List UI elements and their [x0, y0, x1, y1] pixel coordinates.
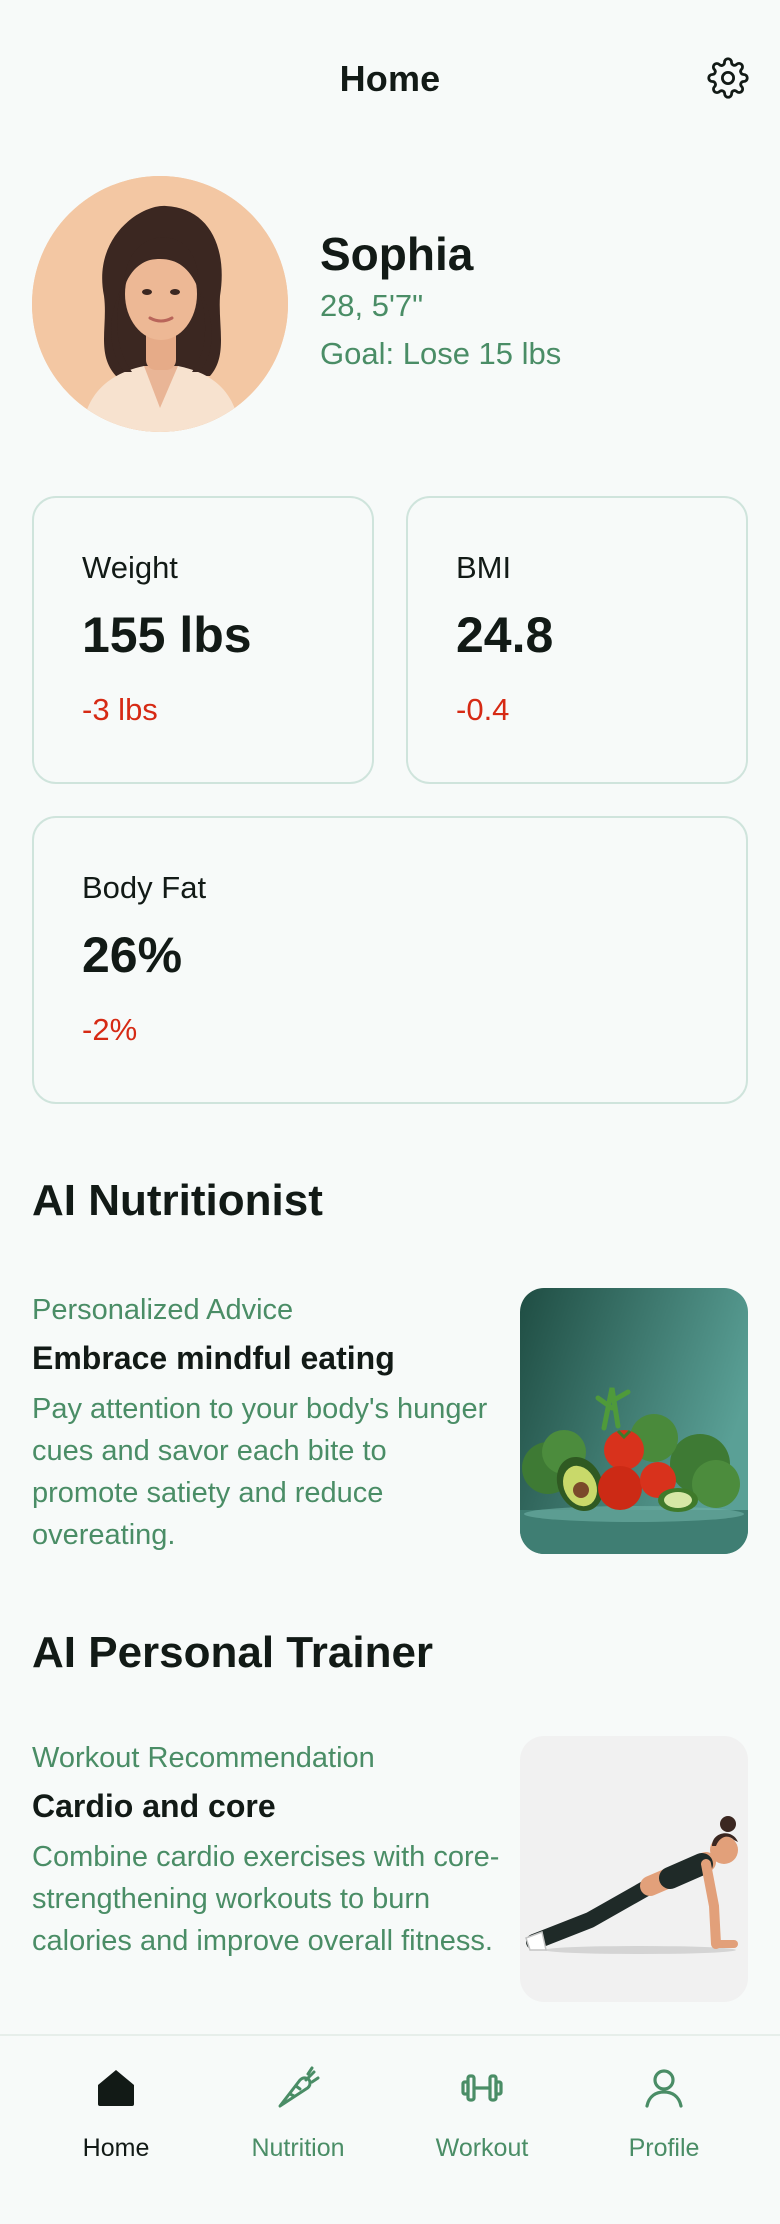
- tab-label: Nutrition: [251, 2134, 345, 2162]
- profile-details: 28, 5'7": [320, 288, 424, 323]
- nutritionist-text: Personalized Advice Embrace mindful eati…: [32, 1288, 500, 1556]
- feature-kicker: Workout Recommendation: [32, 1742, 375, 1774]
- tab-workout[interactable]: Workout: [390, 2062, 574, 2182]
- stat-label: Body Fat: [82, 870, 207, 905]
- dumbbell-icon: [461, 2074, 503, 2102]
- tab-profile[interactable]: Profile: [572, 2062, 756, 2182]
- stat-label: Weight: [82, 550, 178, 585]
- feature-heading: Embrace mindful eating: [32, 1340, 395, 1376]
- tab-label: Profile: [628, 2134, 700, 2162]
- bottom-tab-bar: Home Nutrition Workout Profile: [0, 2034, 780, 2224]
- gear-icon: [707, 57, 749, 99]
- carrot-icon: [278, 2066, 320, 2108]
- tab-label: Workout: [435, 2134, 529, 2162]
- profile-goal: Goal: Lose 15 lbs: [320, 336, 562, 371]
- profile-info: Sophia 28, 5'7" Goal: Lose 15 lbs: [320, 226, 561, 378]
- stat-delta: -0.4: [456, 692, 510, 727]
- tab-nutrition[interactable]: Nutrition: [206, 2062, 390, 2182]
- stat-value: 155 lbs: [82, 607, 252, 663]
- profile-summary: Sophia 28, 5'7" Goal: Lose 15 lbs: [32, 176, 748, 432]
- feature-description: Combine cardio exercises with core-stren…: [32, 1841, 500, 1957]
- stat-card-weight[interactable]: Weight 155 lbs -3 lbs: [32, 496, 374, 784]
- user-icon: [645, 2069, 683, 2108]
- avatar[interactable]: [32, 176, 288, 432]
- user-portrait: [32, 176, 288, 432]
- stat-label: BMI: [456, 550, 512, 585]
- feature-description: Pay attention to your body's hunger cues…: [32, 1393, 488, 1551]
- plank-exercise-image: [520, 1736, 748, 2002]
- stat-delta: -3 lbs: [82, 692, 158, 727]
- stat-card-bmi[interactable]: BMI 24.8 -0.4: [406, 496, 748, 784]
- stat-card-body-fat[interactable]: Body Fat 26% -2%: [32, 816, 748, 1104]
- tab-home[interactable]: Home: [24, 2062, 208, 2182]
- settings-button[interactable]: [706, 56, 750, 100]
- home-icon: [98, 2070, 134, 2106]
- page-title: Home: [339, 58, 441, 99]
- trainer-text: Workout Recommendation Cardio and core C…: [32, 1736, 500, 1962]
- vegetables-image: [520, 1288, 748, 1554]
- feature-heading: Cardio and core: [32, 1788, 276, 1824]
- feature-kicker: Personalized Advice: [32, 1294, 294, 1326]
- stat-value: 24.8: [456, 607, 554, 663]
- top-bar: Home: [0, 0, 780, 160]
- trainer-card[interactable]: Workout Recommendation Cardio and core C…: [32, 1736, 748, 2002]
- stat-value: 26%: [82, 927, 183, 983]
- nutritionist-card[interactable]: Personalized Advice Embrace mindful eati…: [32, 1288, 748, 1554]
- section-title-nutritionist: AI Nutritionist: [32, 1176, 323, 1225]
- stat-delta: -2%: [82, 1012, 138, 1047]
- section-title-trainer: AI Personal Trainer: [32, 1628, 434, 1677]
- profile-name: Sophia: [320, 228, 474, 280]
- tab-label: Home: [82, 2134, 150, 2162]
